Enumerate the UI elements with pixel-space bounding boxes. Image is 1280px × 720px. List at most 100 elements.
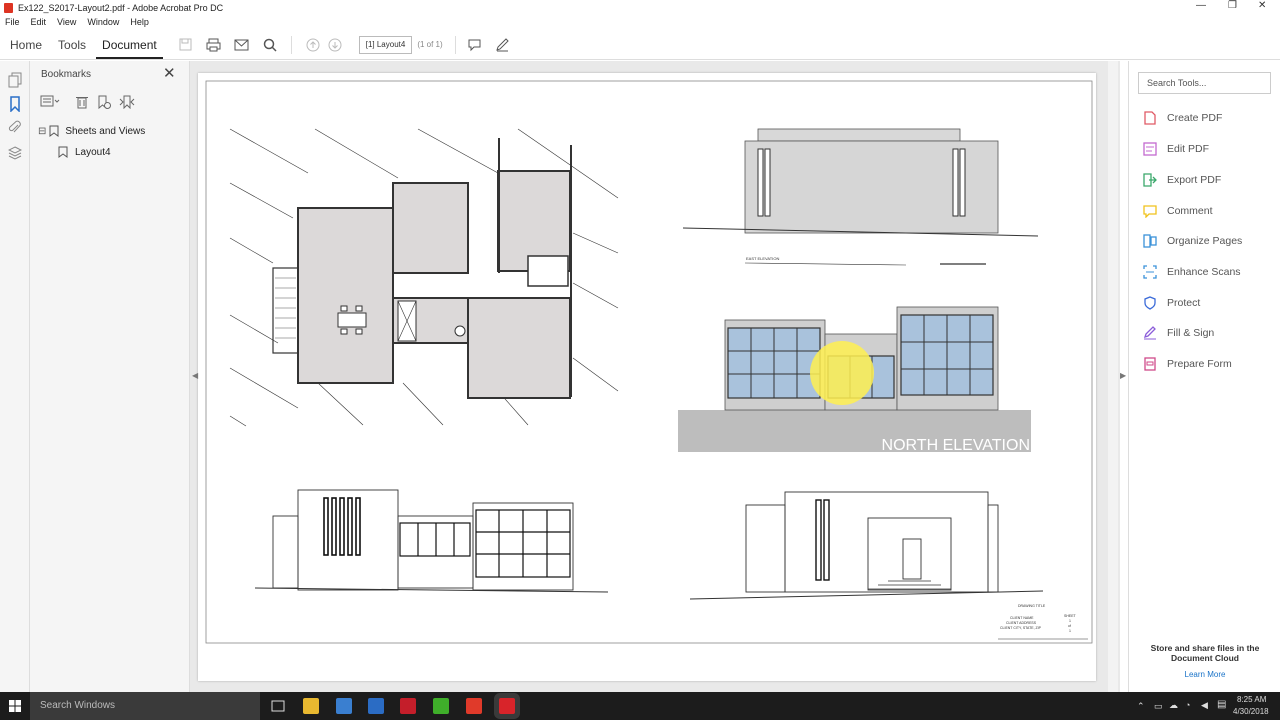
collapse-left-panel-icon[interactable]: ◀ [192, 371, 198, 380]
autocad-icon[interactable] [400, 698, 416, 714]
menu-bar: File Edit View Window Help [0, 15, 1280, 29]
bookmarks-rail-icon[interactable] [7, 96, 23, 113]
cursor-highlight [810, 341, 874, 405]
bookmark-icon [49, 125, 59, 137]
clock-time[interactable]: 8:25 AM [1237, 695, 1266, 704]
store-app-icon[interactable] [368, 698, 384, 714]
title-block-client-name: CLIENT NAME [1010, 616, 1034, 620]
vertical-scrollbar[interactable] [1108, 61, 1118, 692]
search-tools-input[interactable]: Search Tools... [1138, 72, 1271, 94]
title-block-sheet-label: SHEET [1064, 614, 1077, 618]
learn-more-link[interactable]: Learn More [1129, 670, 1280, 679]
edit-pdf-icon [1143, 142, 1157, 156]
page-up-icon[interactable] [304, 36, 322, 54]
photos-app-icon[interactable] [336, 698, 352, 714]
enhance-scans-icon [1143, 265, 1157, 279]
save-icon[interactable] [177, 36, 195, 54]
menu-help[interactable]: Help [130, 17, 149, 27]
windows-start-icon[interactable] [9, 700, 21, 715]
wifi-icon[interactable]: ◔ [1185, 700, 1190, 710]
new-bookmark-icon[interactable] [95, 95, 113, 111]
comment-toolbar-icon[interactable] [466, 36, 484, 54]
window-title: Ex122_S2017-Layout2.pdf - Adobe Acrobat … [18, 2, 224, 13]
volume-icon[interactable]: ◀ [1201, 700, 1208, 711]
organize-pages-icon [1143, 234, 1157, 248]
menu-file[interactable]: File [5, 17, 20, 27]
expand-right-panel-icon[interactable]: ▶ [1120, 371, 1126, 380]
close-bookmarks-icon[interactable]: ✕ [163, 64, 176, 82]
bookmark-layout4[interactable]: Layout4 [58, 146, 111, 158]
tool-export-pdf[interactable]: Export PDF [1143, 173, 1221, 187]
menu-view[interactable]: View [57, 17, 76, 27]
collapse-icon[interactable]: ⊟ [38, 126, 46, 137]
file-explorer-icon[interactable] [303, 698, 319, 714]
acrobat-taskbar-icon[interactable] [499, 698, 515, 714]
prepare-form-icon [1143, 357, 1157, 371]
tool-comment[interactable]: Comment [1143, 204, 1213, 219]
bookmarks-title: Bookmarks [41, 69, 92, 80]
main-toolbar: Home Tools Document [1] Layout4 (1 of 1) [0, 30, 1280, 60]
action-center-icon[interactable]: ▤ [1217, 699, 1226, 710]
recorder-icon[interactable] [466, 698, 482, 714]
maximize-button[interactable]: ❐ [1228, 0, 1237, 11]
title-block-client-city: CLIENT CITY, STATE, ZIP [1000, 626, 1042, 630]
bookmarks-panel: Bookmarks ✕ ⊟ Sheets and Views Layout4 [30, 61, 190, 692]
tool-organize-pages[interactable]: Organize Pages [1143, 234, 1242, 248]
page-number-field[interactable]: [1] Layout4 [358, 35, 413, 54]
minimize-button[interactable]: — [1196, 0, 1206, 11]
title-block-client-address: CLIENT ADDRESS [1006, 621, 1037, 625]
bookmark-label: Sheets and Views [65, 125, 146, 137]
onedrive-icon[interactable]: ☁ [1169, 700, 1178, 711]
title-bar: Ex122_S2017-Layout2.pdf - Adobe Acrobat … [0, 0, 1280, 15]
tools-pane: Search Tools... Create PDF Edit PDF Expo… [1128, 61, 1280, 692]
tool-prepare-form[interactable]: Prepare Form [1143, 357, 1232, 371]
bookmark-label: Layout4 [75, 146, 111, 158]
email-icon[interactable] [233, 36, 251, 54]
pdf-page: EAST ELEVATION NORTH ELEVATION DRAWING T… [198, 73, 1096, 681]
bookmark-options-icon[interactable] [40, 95, 60, 111]
taskbar-search-input[interactable]: Search Windows [30, 692, 260, 720]
comment-icon [1143, 204, 1157, 219]
create-pdf-icon [1143, 111, 1157, 125]
tab-document[interactable]: Document [96, 30, 163, 60]
delete-bookmark-icon[interactable] [73, 95, 91, 111]
clock-date[interactable]: 4/30/2018 [1233, 707, 1269, 716]
task-view-icon[interactable] [271, 700, 285, 715]
navigation-rail [0, 61, 30, 692]
document-cloud-promo: Store and share files in the Document Cl… [1150, 643, 1260, 663]
protect-icon [1143, 296, 1157, 310]
page-thumbnails-icon[interactable] [7, 72, 23, 88]
search-icon[interactable] [261, 36, 279, 54]
menu-window[interactable]: Window [87, 17, 119, 27]
tool-protect[interactable]: Protect [1143, 296, 1200, 310]
title-block-sheet-of: of [1068, 624, 1071, 628]
layers-icon[interactable] [7, 145, 23, 161]
north-elevation-label: NORTH ELEVATION [882, 437, 1030, 454]
east-elevation-caption: EAST ELEVATION [746, 256, 779, 261]
windows-taskbar: Search Windows ⌃ ▭ ☁ ◔ ◀ 8:25 AM 4/30/20… [0, 692, 1280, 720]
document-viewer[interactable]: EAST ELEVATION NORTH ELEVATION DRAWING T… [190, 61, 1126, 692]
tab-tools[interactable]: Tools [52, 30, 92, 60]
architectural-drawing: EAST ELEVATION NORTH ELEVATION DRAWING T… [205, 80, 1093, 644]
title-block-sheet-total: 1 [1069, 629, 1071, 633]
fill-sign-icon [1143, 326, 1157, 340]
page-down-icon[interactable] [326, 36, 344, 54]
tool-edit-pdf[interactable]: Edit PDF [1143, 142, 1209, 156]
bookmark-sheets-and-views[interactable]: ⊟ Sheets and Views [38, 125, 145, 137]
title-block-drawing-title: DRAWING TITLE [1018, 604, 1046, 608]
close-button[interactable]: ✕ [1258, 0, 1266, 11]
attachments-icon[interactable] [7, 120, 23, 136]
export-pdf-icon [1143, 173, 1157, 187]
tool-enhance-scans[interactable]: Enhance Scans [1143, 265, 1241, 279]
expand-bookmark-icon[interactable] [118, 95, 136, 111]
menu-edit[interactable]: Edit [31, 17, 47, 27]
tool-create-pdf[interactable]: Create PDF [1143, 111, 1222, 125]
print-icon[interactable] [205, 36, 223, 54]
tool-fill-sign[interactable]: Fill & Sign [1143, 326, 1214, 340]
tray-arrow-icon[interactable]: ⌃ [1137, 701, 1145, 712]
tab-home[interactable]: Home [4, 30, 48, 60]
network-icon[interactable]: ▭ [1154, 701, 1163, 712]
acrobat-app-icon [4, 2, 13, 13]
sign-pen-icon[interactable] [494, 36, 512, 54]
camtasia-icon[interactable] [433, 698, 449, 714]
